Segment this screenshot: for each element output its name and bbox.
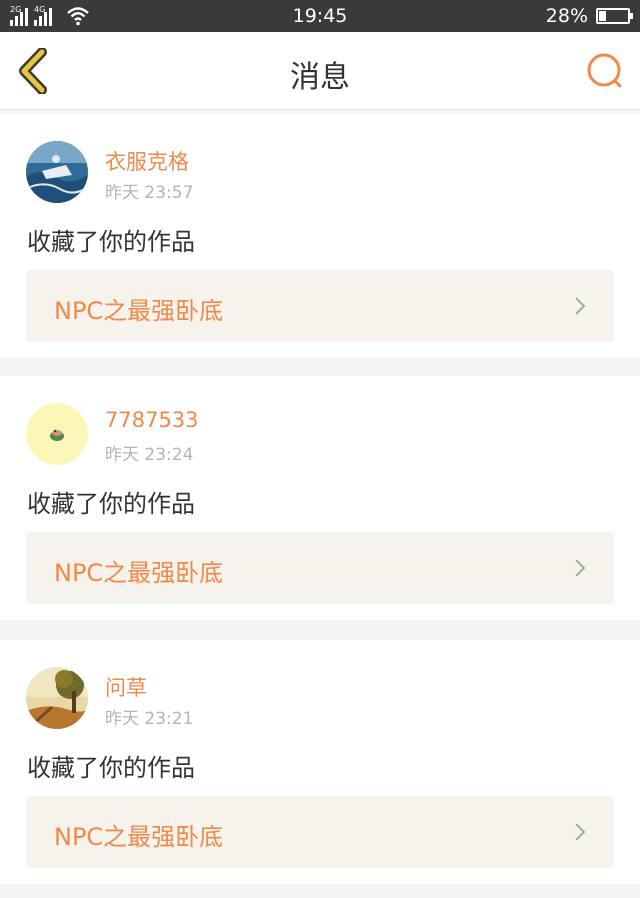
yellow-avatar (26, 403, 88, 465)
username[interactable]: 衣服克格 (105, 146, 189, 176)
search-icon (587, 53, 622, 88)
clock: 19:45 (292, 5, 348, 27)
chevron-right-icon (575, 559, 586, 577)
timestamp: 昨天 23:57 (105, 183, 194, 203)
battery-icon (596, 8, 633, 24)
chevron-right-icon (575, 297, 586, 315)
work-link[interactable]: NPC之最强卧底 (26, 796, 614, 868)
work-title: NPC之最强卧底 (54, 559, 224, 587)
app-header: 消息 (0, 32, 640, 110)
search-button[interactable] (584, 50, 626, 92)
status-bar: 2G 4G 19:45 28% (0, 0, 640, 32)
work-link[interactable]: NPC之最强卧底 (26, 532, 614, 604)
notification-card: 7787533 昨天 23:24 收藏了你的作品 NPC之最强卧底 (0, 376, 640, 620)
avatar[interactable] (26, 403, 88, 465)
autumn-avatar (26, 667, 88, 729)
page-title: 消息 (290, 60, 350, 95)
battery-percent: 28% (545, 5, 588, 27)
notification-card: 衣服克格 昨天 23:57 收藏了你的作品 NPC之最强卧底 (0, 114, 640, 357)
avatar[interactable] (26, 141, 88, 203)
username[interactable]: 7787533 (105, 408, 199, 432)
work-title: NPC之最强卧底 (54, 297, 224, 325)
action-text: 收藏了你的作品 (27, 228, 195, 256)
action-text: 收藏了你的作品 (27, 754, 195, 782)
work-title: NPC之最强卧底 (54, 823, 224, 851)
battery-fill (599, 11, 606, 21)
username[interactable]: 问草 (105, 672, 147, 702)
action-text: 收藏了你的作品 (27, 490, 195, 518)
timestamp: 昨天 23:21 (105, 709, 194, 729)
avatar[interactable] (26, 667, 88, 729)
timestamp: 昨天 23:24 (105, 445, 194, 465)
work-link[interactable]: NPC之最强卧底 (26, 270, 614, 342)
notification-card: 问草 昨天 23:21 收藏了你的作品 NPC之最强卧底 (0, 640, 640, 884)
chevron-right-icon (575, 823, 586, 841)
ocean-avatar (26, 141, 88, 203)
